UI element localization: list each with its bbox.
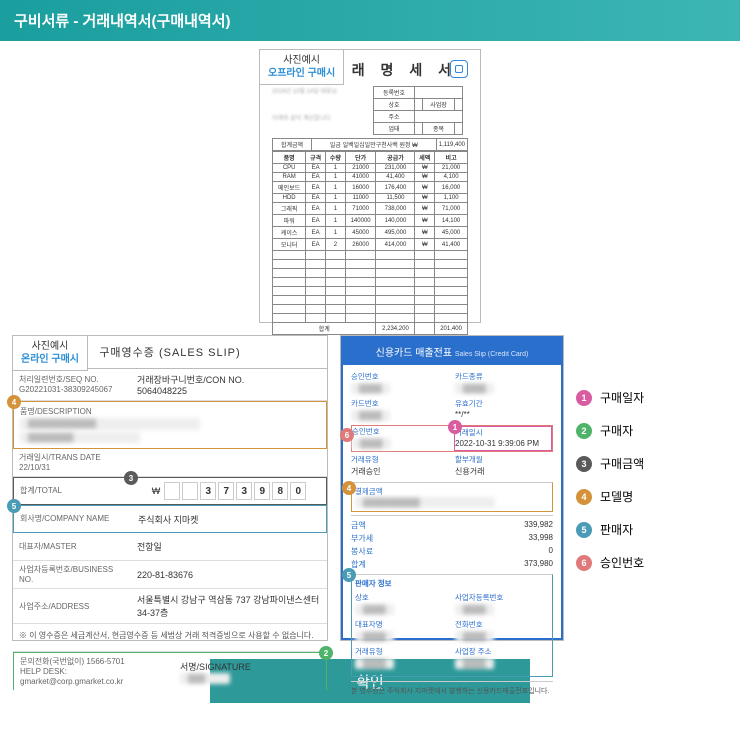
online-tag: 사진예시 온라인 구매시 (12, 335, 88, 371)
legend: 1구매일자 2구매자 3구매금액 4모델명 5판매자 6승인번호 (576, 335, 728, 587)
legend-item: 4모델명 (576, 488, 728, 505)
credit-card-slip-example: 신용카드 매출전표 Sales Slip (Credit Card) 승인번호█… (340, 335, 564, 641)
page-header: 구비서류 - 거래내역서(구매내역서) (0, 0, 740, 41)
legend-badge: 5 (576, 522, 592, 538)
legend-item: 5판매자 (576, 521, 728, 538)
legend-badge: 2 (576, 423, 592, 439)
offline-tag: 사진예시 오프라인 구매시 (259, 49, 344, 85)
legend-item: 1구매일자 (576, 389, 728, 406)
legend-item: 3구매금액 (576, 455, 728, 472)
credit-slip-header: 신용카드 매출전표 Sales Slip (Credit Card) (343, 338, 561, 365)
legend-item: 6승인번호 (576, 554, 728, 571)
offline-receipt-example: 사진예시 오프라인 구매시 거 래 명 세 서 2019년 10월 14일 대표… (259, 49, 481, 323)
legend-badge: 6 (576, 555, 592, 571)
content-area: 사진예시 오프라인 구매시 거 래 명 세 서 2019년 10월 14일 대표… (0, 41, 740, 723)
legend-badge: 4 (576, 489, 592, 505)
receipt-items-table: 품명규격수량단가공급가세액비고CPUEA121000231,000₩21,000… (272, 151, 468, 335)
online-sales-slip-example: 사진예시 온라인 구매시 구매영수증 (SALES SLIP) 처리일련번호/S… (12, 335, 328, 641)
legend-item: 2구매자 (576, 422, 728, 439)
legend-badge: 1 (576, 390, 592, 406)
scan-icon (450, 60, 468, 78)
total-digits: 373980 (164, 482, 306, 500)
legend-badge: 3 (576, 456, 592, 472)
page-title: 구비서류 - 거래내역서(구매내역서) (14, 13, 231, 30)
